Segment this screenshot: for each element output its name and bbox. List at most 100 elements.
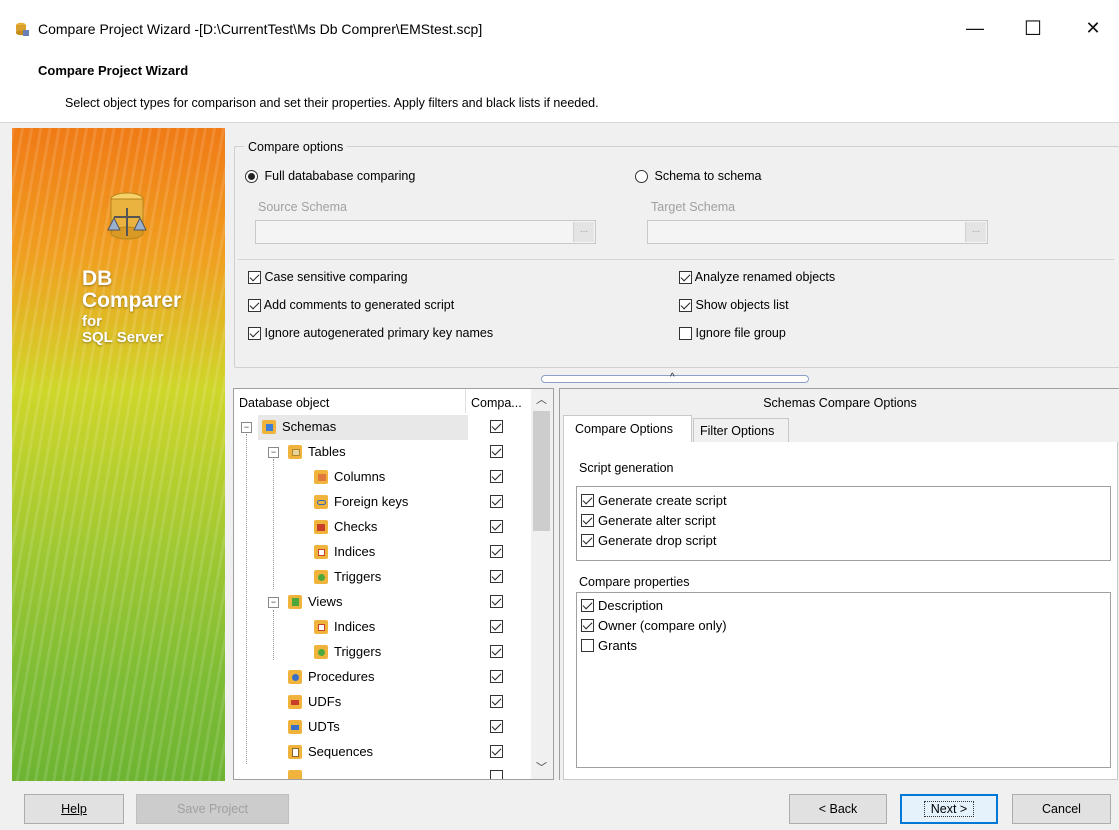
trigger-icon (314, 570, 328, 584)
compare-checkbox[interactable] (490, 670, 503, 683)
wizard-subtitle: Select object types for comparison and s… (65, 96, 599, 110)
maximize-button[interactable]: ☐ (1010, 10, 1056, 46)
scroll-down-icon[interactable]: ﹀ (536, 759, 547, 775)
compare-checkbox[interactable] (490, 445, 503, 458)
source-schema-browse-button[interactable]: ... (573, 222, 594, 242)
compare-checkbox[interactable] (490, 520, 503, 533)
tree-row-udfs[interactable]: UDFs (234, 690, 534, 715)
scroll-up-icon[interactable]: ︿ (536, 391, 547, 407)
index-icon (314, 620, 328, 634)
db-scales-logo-icon (107, 192, 147, 240)
compare-properties-list[interactable]: Description Owner (compare only) Grants (576, 592, 1111, 768)
analyze-renamed-checkbox[interactable]: Analyze renamed objects (679, 270, 835, 285)
show-objects-list-checkbox[interactable]: Show objects list (679, 298, 789, 313)
folder-icon (288, 770, 302, 779)
compare-options-legend: Compare options (244, 140, 348, 154)
help-button[interactable]: Help (24, 794, 124, 824)
script-generation-list[interactable]: Generate create script Generate alter sc… (576, 486, 1111, 561)
udf-icon (288, 695, 302, 709)
compare-properties-label: Compare properties (579, 575, 690, 589)
compare-checkbox[interactable] (490, 570, 503, 583)
tree-row-partial (234, 765, 534, 779)
tree-row-tables[interactable]: − Tables (234, 440, 534, 465)
minimize-button[interactable]: — (952, 10, 998, 46)
compare-checkbox[interactable] (490, 545, 503, 558)
database-object-tree[interactable]: Database object Compa... ︿ ﹀ − Schemas −… (233, 388, 554, 780)
tree-header-compare[interactable]: Compa... (471, 396, 522, 410)
generate-drop-checkbox[interactable]: Generate drop script (581, 533, 717, 548)
tree-row-columns[interactable]: Columns (234, 465, 534, 490)
tree-scrollbar[interactable]: ︿ ﹀ (531, 389, 553, 779)
compare-checkbox[interactable] (490, 720, 503, 733)
compare-checkbox[interactable] (490, 470, 503, 483)
collapse-icon[interactable]: − (268, 447, 279, 458)
collapse-icon[interactable]: − (241, 422, 252, 433)
generate-alter-checkbox[interactable]: Generate alter script (581, 513, 716, 528)
add-comments-checkbox[interactable]: Add comments to generated script (248, 298, 454, 313)
target-schema-combo[interactable]: ... (647, 220, 988, 244)
title-bar: Compare Project Wizard -[D:\CurrentTest\… (0, 0, 1119, 58)
target-schema-browse-button[interactable]: ... (965, 222, 986, 242)
radio-indicator[interactable] (245, 170, 258, 184)
script-generation-label: Script generation (579, 461, 674, 475)
ignore-file-group-checkbox[interactable]: Ignore file group (679, 326, 786, 341)
columns-icon (314, 470, 328, 484)
compare-checkbox[interactable] (490, 745, 503, 758)
target-schema-label: Target Schema (651, 200, 736, 214)
splitter-handle[interactable]: ^ (541, 372, 809, 383)
close-button[interactable]: ✕ (1070, 10, 1116, 46)
compare-checkbox[interactable] (490, 495, 503, 508)
tree-header-object[interactable]: Database object (239, 396, 329, 410)
tree-row-schemas[interactable]: − Schemas (234, 415, 534, 440)
tree-row-foreign-keys[interactable]: Foreign keys (234, 490, 534, 515)
radio-schema-to-schema[interactable]: Schema to schema (635, 169, 761, 184)
source-schema-label: Source Schema (258, 200, 347, 214)
radio-indicator[interactable] (635, 170, 648, 184)
wizard-title: Compare Project Wizard (38, 63, 189, 78)
window-title: Compare Project Wizard -[D:\CurrentTest\… (38, 21, 483, 37)
wizard-header: Compare Project Wizard Select object typ… (0, 58, 1119, 123)
save-project-button[interactable]: Save Project (136, 794, 289, 824)
tree-row-indices[interactable]: Indices (234, 540, 534, 565)
tree-row-sequences[interactable]: Sequences (234, 740, 534, 765)
owner-checkbox[interactable]: Owner (compare only) (581, 618, 727, 633)
tree-row-procedures[interactable]: Procedures (234, 665, 534, 690)
panel-title: Schemas Compare Options (763, 396, 917, 410)
back-button[interactable]: < Back (789, 794, 887, 824)
compare-checkbox[interactable] (490, 595, 503, 608)
generate-create-checkbox[interactable]: Generate create script (581, 493, 727, 508)
tab-filter-options[interactable]: Filter Options (693, 418, 789, 443)
close-icon: ✕ (1085, 17, 1101, 38)
scrollbar-thumb[interactable] (533, 411, 550, 531)
tree-row-udts[interactable]: UDTs (234, 715, 534, 740)
collapse-icon[interactable]: − (268, 597, 279, 608)
index-icon (314, 545, 328, 559)
ignore-pk-names-checkbox[interactable]: Ignore autogenerated primary key names (248, 326, 493, 341)
tree-row-view-indices[interactable]: Indices (234, 615, 534, 640)
foreign-key-icon (314, 495, 328, 509)
source-schema-combo[interactable]: ... (255, 220, 596, 244)
case-sensitive-checkbox[interactable]: Case sensitive comparing (248, 270, 408, 285)
maximize-icon: ☐ (1024, 17, 1042, 40)
tree-row-checks[interactable]: Checks (234, 515, 534, 540)
description-checkbox[interactable]: Description (581, 598, 663, 613)
chevron-up-icon: ^ (670, 372, 675, 383)
compare-checkbox[interactable] (490, 420, 503, 433)
tree-row-view-triggers[interactable]: Triggers (234, 640, 534, 665)
cancel-button[interactable]: Cancel (1012, 794, 1111, 824)
separator (238, 259, 1114, 260)
app-icon (16, 22, 29, 36)
procedure-icon (288, 670, 302, 684)
tab-compare-options[interactable]: Compare Options (563, 415, 692, 443)
compare-checkbox[interactable] (490, 645, 503, 658)
compare-checkbox[interactable] (490, 620, 503, 633)
tree-row-triggers[interactable]: Triggers (234, 565, 534, 590)
compare-checkbox[interactable] (490, 770, 503, 779)
tree-row-views[interactable]: − Views (234, 590, 534, 615)
view-icon (288, 595, 302, 609)
radio-full-database[interactable]: Full datababase comparing (245, 169, 415, 184)
banner-for-text: for (82, 313, 102, 330)
grants-checkbox[interactable]: Grants (581, 638, 637, 653)
next-button[interactable]: Next > (900, 794, 998, 824)
compare-checkbox[interactable] (490, 695, 503, 708)
